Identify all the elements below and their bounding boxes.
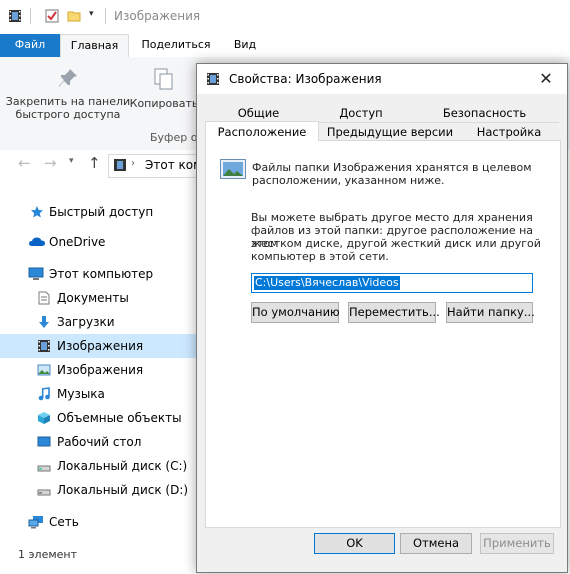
sidebar-item-label: Документы — [57, 291, 129, 305]
tab-location[interactable]: Расположение — [205, 121, 319, 141]
ok-button[interactable]: OK — [314, 533, 395, 554]
sidebar-item-documents[interactable]: Документы — [0, 286, 200, 310]
sidebar-item-network[interactable]: Сеть — [0, 510, 200, 534]
sidebar-item-label: Изображения — [57, 363, 144, 377]
navigation-pane: Быстрый доступ OneDrive Этот компьютер Д… — [0, 190, 200, 540]
cloud-icon — [29, 237, 45, 246]
properties-dialog: Свойства: Изображения ✕ Общие Доступ Без… — [196, 63, 568, 573]
sidebar-item-label: Музыка — [57, 387, 105, 401]
forward-arrow-icon[interactable]: → — [44, 154, 57, 172]
cancel-button[interactable]: Отмена — [400, 533, 472, 554]
apply-button[interactable]: Применить — [480, 533, 554, 554]
download-icon — [39, 316, 49, 328]
explorer-window-title: Изображения — [114, 9, 201, 23]
back-arrow-icon[interactable]: ← — [18, 154, 31, 172]
picture-icon — [37, 364, 51, 376]
pin-label-line2: быстрого доступа — [15, 108, 121, 121]
description-line-1: Вы можете выбрать другое место для хране… — [251, 211, 533, 224]
find-target-button[interactable]: Найти папку... — [446, 302, 535, 323]
sidebar-item-drive-d[interactable]: Локальный диск (D:) — [0, 478, 200, 502]
info-line-1: Файлы папки Изображения хранятся в целев… — [252, 161, 532, 174]
tab-home[interactable]: Главная — [60, 34, 129, 58]
description-line-4: компьютер в этой сети. — [251, 250, 389, 263]
close-icon[interactable]: ✕ — [535, 68, 557, 90]
pin-icon — [59, 69, 77, 87]
sidebar-item-quick-access[interactable]: Быстрый доступ — [0, 200, 200, 224]
film-icon — [114, 159, 126, 171]
star-icon — [31, 206, 43, 218]
properties-check-icon[interactable] — [45, 9, 59, 23]
sidebar-item-onedrive[interactable]: OneDrive — [0, 230, 200, 254]
sidebar-item-label: Изображения — [57, 339, 144, 353]
drive-icon — [37, 465, 51, 472]
location-path-input[interactable]: C:\Users\Вячеслав\Videos — [251, 273, 533, 293]
sidebar-item-label: Быстрый доступ — [49, 205, 154, 219]
restore-default-button[interactable]: По умолчанию — [251, 302, 340, 323]
sidebar-item-drive-c[interactable]: Локальный диск (C:) — [0, 454, 200, 478]
recent-locations-icon[interactable]: ▾ — [69, 156, 74, 166]
dialog-title: Свойства: Изображения — [229, 72, 382, 86]
tab-file[interactable]: Файл — [0, 34, 60, 57]
document-icon — [38, 291, 50, 305]
pin-label-line1: Закрепить на панели — [5, 95, 131, 108]
new-folder-icon[interactable] — [67, 9, 81, 23]
up-arrow-icon[interactable]: ↑ — [88, 154, 101, 172]
clipboard-group-label: Буфер о — [150, 131, 198, 144]
tab-customize[interactable]: Настройка — [459, 123, 559, 141]
copy-label: Копировать — [129, 97, 199, 110]
sidebar-item-pictures[interactable]: Изображения — [0, 358, 200, 382]
dialog-titlebar[interactable]: Свойства: Изображения ✕ — [197, 64, 567, 94]
sidebar-item-this-pc[interactable]: Этот компьютер — [0, 262, 200, 286]
info-line-2: расположении, указанном ниже. — [252, 174, 445, 187]
description-line-3: жестком диске, другой жесткий диск или д… — [251, 237, 541, 250]
address-bar[interactable]: › Этот комп — [108, 154, 210, 178]
sidebar-item-desktop[interactable]: Рабочий стол — [0, 430, 200, 454]
location-path-value: C:\Users\Вячеслав\Videos — [254, 276, 400, 290]
tab-general[interactable]: Общие — [205, 104, 312, 122]
tab-security[interactable]: Безопасность — [410, 104, 559, 122]
picture-folder-icon — [220, 159, 246, 179]
customize-toolbar-icon[interactable]: ▾ — [89, 9, 94, 19]
explorer-titlebar: ▾ Изображения — [0, 0, 570, 34]
network-icon — [28, 516, 43, 529]
drive-icon — [37, 489, 51, 496]
music-icon — [38, 387, 50, 401]
sidebar-item-label: Локальный диск (C:) — [57, 459, 188, 473]
film-icon — [38, 340, 50, 352]
pin-quick-access-button[interactable]: Закрепить на панели быстрого доступа — [4, 65, 132, 127]
tab-view[interactable]: Вид — [222, 34, 268, 57]
sidebar-item-downloads[interactable]: Загрузки — [0, 310, 200, 334]
desktop-icon — [37, 436, 51, 447]
sidebar-item-label: Сеть — [49, 515, 79, 529]
sidebar-item-music[interactable]: Музыка — [0, 382, 200, 406]
tab-previous-versions[interactable]: Предыдущие версии — [321, 123, 459, 141]
film-icon — [9, 10, 21, 22]
computer-icon — [28, 267, 44, 280]
sidebar-item-label: OneDrive — [49, 235, 106, 249]
status-bar-text: 1 элемент — [18, 548, 77, 561]
location-tab-panel: Файлы папки Изображения хранятся в целев… — [205, 140, 561, 528]
tab-sharing[interactable]: Доступ — [312, 104, 410, 122]
tab-share[interactable]: Поделиться — [130, 34, 222, 57]
sidebar-item-label: Загрузки — [57, 315, 115, 329]
sidebar-item-label: Этот компьютер — [49, 267, 154, 281]
sidebar-item-3d-objects[interactable]: Объемные объекты — [0, 406, 200, 430]
sidebar-item-label: Объемные объекты — [57, 411, 182, 425]
ribbon-tab-bar: Файл Главная Поделиться Вид — [0, 34, 570, 58]
move-button[interactable]: Переместить... — [348, 302, 440, 323]
film-icon — [207, 73, 219, 85]
cube-icon — [38, 412, 50, 424]
sidebar-item-images-selected[interactable]: Изображения — [0, 334, 200, 358]
sidebar-item-label: Локальный диск (D:) — [57, 483, 189, 497]
copy-icon — [154, 68, 173, 90]
sidebar-item-label: Рабочий стол — [57, 435, 142, 449]
breadcrumb-chevron-icon: › — [131, 158, 135, 169]
copy-button[interactable]: Копировать — [128, 65, 200, 127]
